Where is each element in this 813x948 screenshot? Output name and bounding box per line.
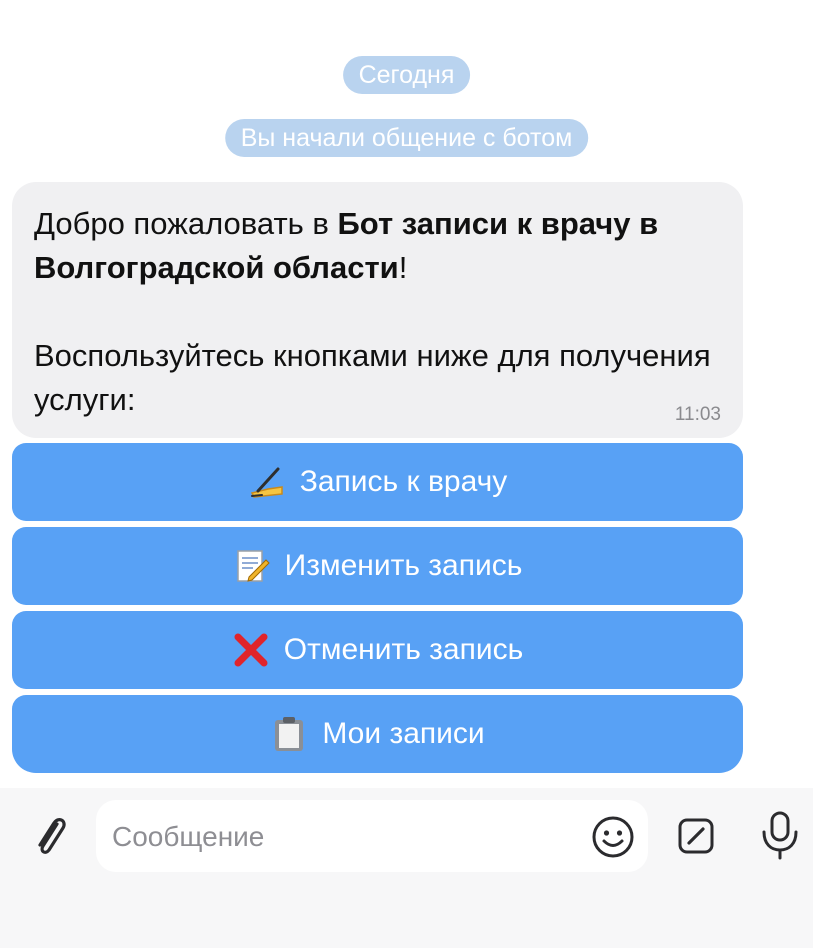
bot-message-bubble: Добро пожаловать в Бот записи к врачу в … bbox=[12, 182, 743, 438]
commands-icon[interactable] bbox=[676, 816, 718, 863]
cancel-appointment-button[interactable]: Отменить запись bbox=[12, 611, 743, 689]
greeting-suffix: ! bbox=[398, 250, 408, 285]
my-appointments-label: Мои записи bbox=[322, 717, 485, 750]
service-message: Вы начали общение с ботом bbox=[224, 119, 589, 157]
greeting-text: Добро пожаловать в Бот записи к врачу в … bbox=[34, 202, 721, 290]
change-appointment-label: Изменить запись bbox=[284, 549, 523, 582]
emoji-icon[interactable] bbox=[590, 814, 636, 865]
cross-mark-icon bbox=[232, 631, 270, 669]
message-input[interactable] bbox=[110, 800, 574, 874]
instruction-text: Воспользуйтесь кнопками ниже для получен… bbox=[34, 338, 711, 417]
book-appointment-label: Запись к врачу bbox=[299, 465, 508, 498]
message-time: 11:03 bbox=[674, 404, 721, 425]
cancel-appointment-label: Отменить запись bbox=[283, 633, 524, 666]
microphone-icon[interactable] bbox=[758, 810, 802, 867]
clipboard-icon bbox=[270, 715, 308, 753]
attach-icon[interactable] bbox=[30, 812, 70, 865]
book-appointment-button[interactable]: Запись к врачу bbox=[12, 443, 743, 521]
message-input-box[interactable] bbox=[96, 800, 648, 874]
date-pill: Сегодня bbox=[342, 56, 471, 94]
my-appointments-button[interactable]: Мои записи bbox=[12, 695, 743, 773]
memo-icon bbox=[233, 547, 271, 585]
writing-hand-icon bbox=[248, 463, 286, 501]
change-appointment-button[interactable]: Изменить запись bbox=[12, 527, 743, 605]
greeting-prefix: Добро пожаловать в bbox=[34, 206, 338, 241]
